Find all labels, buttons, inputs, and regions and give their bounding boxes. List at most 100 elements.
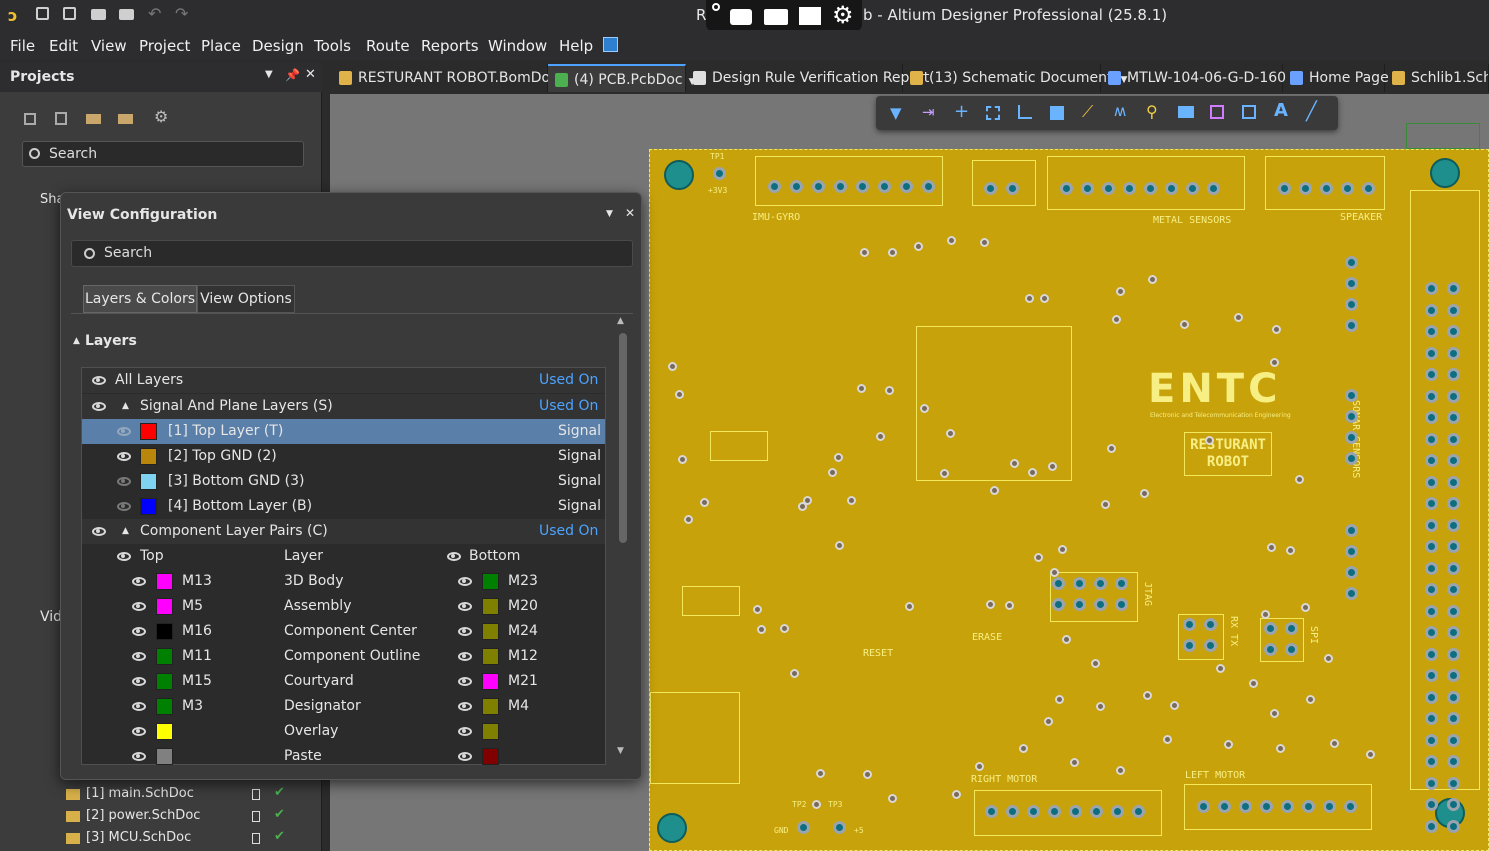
tree-file-row[interactable]: [3] MCU.SchDoc ✔ — [66, 828, 316, 850]
layer-color-swatch[interactable] — [140, 448, 157, 465]
eye-icon[interactable] — [132, 577, 146, 586]
eye-icon[interactable] — [92, 376, 106, 385]
bottom-color-swatch[interactable] — [482, 748, 499, 765]
menu-place[interactable]: Place — [201, 37, 241, 55]
undo-icon[interactable]: ↶ — [148, 4, 161, 23]
eye-icon[interactable] — [132, 627, 146, 636]
align-icon[interactable] — [1018, 105, 1032, 119]
eye-icon[interactable] — [447, 552, 461, 561]
used-on-link[interactable]: Used On — [539, 394, 598, 419]
tab-home[interactable]: Home Page — [1283, 64, 1389, 92]
menu-tools[interactable]: Tools — [314, 37, 351, 55]
top-color-swatch[interactable] — [156, 623, 173, 640]
dimension-icon[interactable] — [1242, 105, 1256, 119]
layer-color-swatch[interactable] — [140, 498, 157, 515]
used-on-link[interactable]: Used On — [539, 368, 598, 393]
panel-menu-icon[interactable]: ▼ — [265, 69, 273, 80]
line-icon[interactable]: ╱ — [1306, 101, 1317, 122]
eye-icon[interactable] — [132, 727, 146, 736]
collapse-icon[interactable]: ▲ — [122, 519, 129, 544]
camera-icon[interactable] — [730, 9, 752, 25]
pair-row[interactable]: M15 Courtyard M21 — [82, 669, 605, 694]
eye-icon[interactable] — [458, 727, 472, 736]
menu-edit[interactable]: Edit — [49, 37, 78, 55]
project-settings-icon[interactable]: ⚙ — [154, 107, 168, 126]
diff-pair-icon[interactable]: ʍ — [1114, 102, 1126, 120]
save-all-project-icon[interactable] — [55, 112, 67, 125]
scroll-down-icon[interactable]: ▼ — [617, 746, 624, 756]
tab-drc-report[interactable]: Design Rule Verification Report — [686, 64, 929, 92]
layer-color-swatch[interactable] — [140, 473, 157, 490]
pair-row[interactable]: M13 3D Body M23 — [82, 569, 605, 594]
bottom-color-swatch[interactable] — [482, 623, 499, 640]
top-color-swatch[interactable] — [156, 598, 173, 615]
tab-view-options[interactable]: View Options — [197, 285, 295, 313]
pcb-board[interactable]: IMU-GYRO METAL SENSORS SPEAKER SONAR SEN… — [649, 149, 1489, 851]
pin-panel-icon[interactable]: 📌 — [285, 68, 300, 82]
tab-layers-colors[interactable]: Layers & Colors — [83, 285, 197, 313]
all-layers-row[interactable]: All Layers Used On — [82, 368, 605, 393]
window-capture-icon[interactable] — [799, 7, 821, 25]
save-icon[interactable] — [36, 7, 49, 20]
tab-mtlw[interactable]: MTLW-104-06-G-D-160 — [1101, 64, 1286, 92]
save-all-icon[interactable] — [63, 7, 76, 20]
eye-hidden-icon[interactable] — [117, 477, 131, 486]
top-color-swatch[interactable] — [156, 573, 173, 590]
select-rect-icon[interactable] — [986, 106, 1000, 120]
eye-icon[interactable] — [458, 602, 472, 611]
help-arrow-icon[interactable] — [603, 37, 618, 52]
pair-row[interactable]: Overlay — [82, 719, 605, 744]
interactive-route-icon[interactable]: ⟋ — [1082, 102, 1093, 122]
save-project-icon[interactable] — [24, 113, 36, 125]
pair-row[interactable]: M3 Designator M4 — [82, 694, 605, 719]
bottom-color-swatch[interactable] — [482, 698, 499, 715]
tab-pcbdoc[interactable]: (4) PCB.PcbDoc▼ — [548, 64, 696, 92]
component-icon[interactable] — [1050, 106, 1064, 120]
menu-view[interactable]: View — [91, 37, 127, 55]
eye-icon[interactable] — [132, 677, 146, 686]
menu-file[interactable]: File — [10, 37, 35, 55]
layer-row[interactable]: [2] Top GND (2) Signal — [82, 444, 605, 469]
menu-window[interactable]: Window — [488, 37, 547, 55]
menu-help[interactable]: Help — [559, 37, 593, 55]
open-project-icon[interactable] — [119, 9, 134, 20]
keepout-icon[interactable] — [1210, 105, 1224, 119]
bottom-color-swatch[interactable] — [482, 723, 499, 740]
menu-reports[interactable]: Reports — [421, 37, 479, 55]
eye-icon[interactable] — [458, 677, 472, 686]
eye-icon[interactable] — [458, 577, 472, 586]
eye-hidden-icon[interactable] — [117, 502, 131, 511]
menu-project[interactable]: Project — [139, 37, 190, 55]
projects-search[interactable]: Search — [22, 141, 304, 167]
top-color-swatch[interactable] — [156, 673, 173, 690]
vc-menu-icon[interactable]: ▼ — [606, 209, 613, 219]
eye-icon[interactable] — [458, 627, 472, 636]
bottom-color-swatch[interactable] — [482, 598, 499, 615]
top-color-swatch[interactable] — [156, 748, 173, 765]
top-color-swatch[interactable] — [156, 698, 173, 715]
eye-icon[interactable] — [132, 652, 146, 661]
close-panel-icon[interactable]: ✕ — [305, 67, 316, 82]
signal-group-row[interactable]: ▲ Signal And Plane Layers (S) Used On — [82, 394, 605, 419]
scroll-up-icon[interactable]: ▲ — [617, 316, 624, 326]
open-project-folder-icon[interactable] — [86, 114, 101, 124]
vc-search[interactable]: Search — [71, 240, 633, 267]
collapse-icon[interactable]: ▲ — [73, 336, 80, 346]
tree-item-video[interactable]: Vid — [40, 609, 62, 625]
bottom-color-swatch[interactable] — [482, 648, 499, 665]
settings-gear-icon[interactable]: ⚙ — [832, 2, 854, 28]
eye-hidden-icon[interactable] — [117, 427, 131, 436]
layer-row[interactable]: [4] Bottom Layer (B) Signal — [82, 494, 605, 519]
eye-icon[interactable] — [132, 602, 146, 611]
layer-color-swatch[interactable] — [140, 423, 157, 440]
pair-row[interactable]: M11 Component Outline M12 — [82, 644, 605, 669]
eye-icon[interactable] — [92, 527, 106, 536]
eye-icon[interactable] — [132, 752, 146, 761]
top-color-swatch[interactable] — [156, 723, 173, 740]
pin-icon[interactable] — [712, 3, 720, 11]
tree-file-row[interactable]: [1] main.SchDoc ✔ — [66, 784, 316, 806]
polygon-icon[interactable] — [1178, 106, 1194, 118]
layer-row[interactable]: [1] Top Layer (T) Signal — [82, 419, 605, 444]
top-color-swatch[interactable] — [156, 648, 173, 665]
menu-route[interactable]: Route — [366, 37, 410, 55]
